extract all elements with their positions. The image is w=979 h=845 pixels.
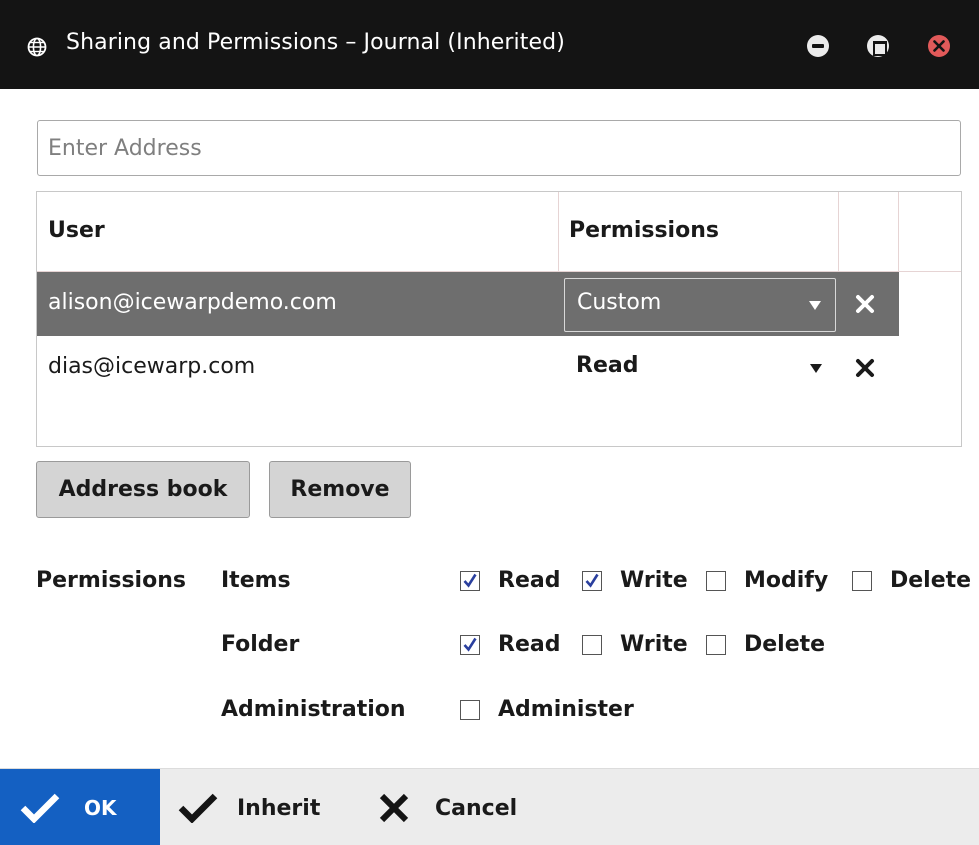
column-header-user[interactable]: User <box>48 218 105 243</box>
permission-select[interactable]: Read <box>564 342 836 396</box>
ok-button[interactable]: OK <box>0 769 160 845</box>
folder-read-label: Read <box>498 632 561 657</box>
inherit-button[interactable]: Inherit <box>160 769 340 845</box>
items-delete-checkbox[interactable] <box>852 571 872 591</box>
close-button[interactable] <box>928 35 950 57</box>
close-icon <box>379 793 409 823</box>
title-bar: Sharing and Permissions – Journal (Inher… <box>0 0 979 89</box>
folder-delete-label: Delete <box>744 632 826 657</box>
folder-delete-checkbox[interactable] <box>706 635 726 655</box>
table-row[interactable]: alison@icewarpdemo.com Custom <box>37 272 899 336</box>
permission-value: Custom <box>577 290 662 315</box>
dropdown-arrow-icon <box>809 301 821 310</box>
column-divider <box>838 192 839 271</box>
column-divider <box>558 192 559 271</box>
checkmark-icon <box>20 793 60 823</box>
items-write-label: Write <box>620 568 688 593</box>
remove-button[interactable]: Remove <box>269 461 411 518</box>
checkmark-icon <box>463 637 477 652</box>
folder-label: Folder <box>221 632 300 657</box>
administer-label: Administer <box>498 697 634 722</box>
items-delete-label: Delete <box>890 568 972 593</box>
checkmark-icon <box>463 573 477 588</box>
close-icon <box>933 40 945 52</box>
ok-label: OK <box>84 796 117 820</box>
items-modify-checkbox[interactable] <box>706 571 726 591</box>
address-book-button[interactable]: Address book <box>36 461 250 518</box>
permission-value: Read <box>576 353 639 378</box>
sharing-permissions-dialog: Sharing and Permissions – Journal (Inher… <box>0 0 979 845</box>
administer-checkbox[interactable] <box>460 700 480 720</box>
cancel-button[interactable]: Cancel <box>350 769 540 845</box>
minimize-button[interactable] <box>807 35 829 57</box>
administration-label: Administration <box>221 697 406 722</box>
user-email: alison@icewarpdemo.com <box>48 290 337 315</box>
items-read-checkbox[interactable] <box>460 571 480 591</box>
table-row[interactable]: dias@icewarp.com Read <box>37 336 899 400</box>
folder-write-checkbox[interactable] <box>582 635 602 655</box>
permissions-label: Permissions <box>36 568 186 593</box>
user-permissions-grid: User Permissions alison@icewarpdemo.com … <box>36 191 962 447</box>
column-divider <box>898 192 899 271</box>
address-input[interactable] <box>37 120 961 176</box>
items-read-label: Read <box>498 568 561 593</box>
remove-user-icon[interactable] <box>853 292 877 316</box>
permission-select[interactable]: Custom <box>564 278 836 332</box>
cancel-label: Cancel <box>435 796 518 821</box>
remove-user-icon[interactable] <box>853 356 877 380</box>
dropdown-arrow-icon <box>810 364 822 373</box>
user-email: dias@icewarp.com <box>48 354 256 379</box>
items-modify-label: Modify <box>744 568 829 593</box>
inherit-label: Inherit <box>237 796 321 821</box>
globe-icon <box>27 37 47 57</box>
items-write-checkbox[interactable] <box>582 571 602 591</box>
folder-read-checkbox[interactable] <box>460 635 480 655</box>
folder-write-label: Write <box>620 632 688 657</box>
items-label: Items <box>221 568 291 593</box>
checkmark-icon <box>585 573 599 588</box>
maximize-button[interactable] <box>867 35 889 57</box>
column-header-permissions[interactable]: Permissions <box>569 218 719 243</box>
window-title: Sharing and Permissions – Journal (Inher… <box>66 30 565 55</box>
dialog-footer: OK Inherit Cancel <box>0 768 979 845</box>
checkmark-icon <box>178 793 218 823</box>
